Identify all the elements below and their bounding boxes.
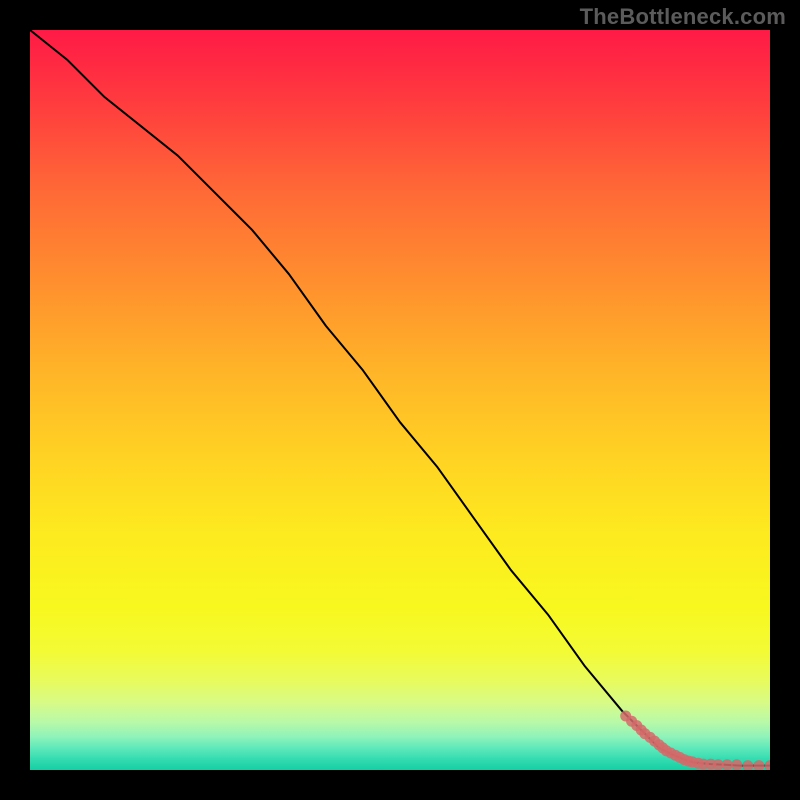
- plot-area: [30, 30, 770, 770]
- series-point-tail-points: [742, 760, 753, 770]
- chart-stage: TheBottleneck.com: [0, 0, 800, 800]
- series-point-tail-points: [753, 760, 764, 770]
- series-point-tail-points: [731, 759, 742, 770]
- attribution-label: TheBottleneck.com: [580, 4, 786, 30]
- series-point-tail-points: [765, 760, 771, 770]
- series-line-curve: [30, 30, 770, 766]
- series-point-tail-points: [722, 759, 733, 770]
- chart-overlay: [30, 30, 770, 770]
